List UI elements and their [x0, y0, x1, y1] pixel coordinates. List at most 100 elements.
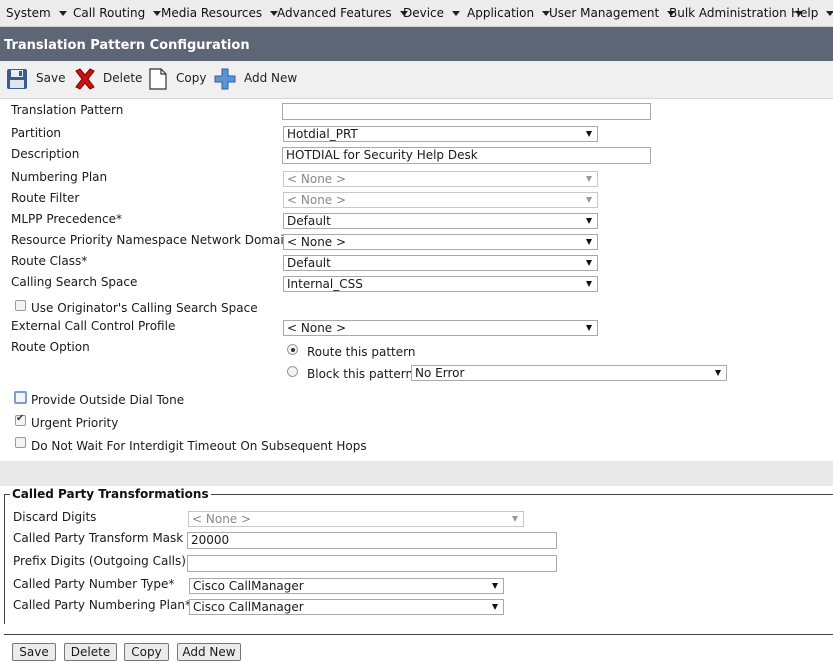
dropdown-arrow-icon [715, 370, 721, 376]
dropdown-arrow-icon [586, 218, 592, 224]
route-class-select[interactable]: Default [283, 255, 598, 271]
menu-call-routing[interactable]: Call Routing [73, 6, 162, 20]
menu-label: Help [791, 6, 819, 20]
route-filter-select: < None > [283, 192, 598, 208]
menu-label: Bulk Administration [669, 6, 787, 20]
urgent-priority-checkbox[interactable] [15, 413, 26, 426]
external-call-control-value: < None > [287, 321, 347, 335]
urgent-priority-label: Urgent Priority [31, 416, 119, 430]
use-originator-css-checkbox[interactable] [15, 300, 26, 311]
numbering-plan-cp-select[interactable]: Cisco CallManager [189, 599, 504, 615]
provide-outside-dial-tone-label: Provide Outside Dial Tone [31, 393, 185, 407]
delete-icon[interactable] [73, 67, 97, 91]
resource-priority-label: Resource Priority Namespace Network Doma… [11, 233, 292, 247]
route-this-pattern-radio[interactable] [287, 344, 298, 355]
dropdown-arrow-icon [586, 281, 592, 287]
calling-search-space-select[interactable]: Internal_CSS [283, 276, 598, 292]
mlpp-precedence-label: MLPP Precedence* [11, 212, 122, 226]
calling-search-space-value: Internal_CSS [287, 277, 363, 291]
bottom-copy-button[interactable]: Copy [124, 643, 169, 661]
menu-media-resources[interactable]: Media Resources [161, 6, 279, 20]
numbering-plan-select: < None > [283, 171, 598, 187]
external-call-control-select[interactable]: < None > [283, 320, 598, 336]
bottom-save-button[interactable]: Save [12, 643, 56, 661]
copy-button[interactable]: Copy [176, 71, 206, 85]
mlpp-precedence-select[interactable]: Default [283, 213, 598, 229]
mlpp-label-text: MLPP Precedence [11, 212, 116, 226]
mlpp-value: Default [287, 214, 331, 228]
discard-digits-label: Discard Digits [13, 510, 97, 524]
transform-mask-label: Called Party Transform Mask [13, 531, 184, 545]
block-reason-value: No Error [415, 366, 465, 380]
resource-priority-select[interactable]: < None > [283, 234, 598, 250]
menu-device[interactable]: Device [403, 6, 461, 20]
description-input[interactable]: HOTDIAL for Security Help Desk [282, 147, 651, 164]
block-this-pattern-label: Block this pattern [307, 367, 414, 381]
numbering-plan-cp-label-text: Called Party Numbering Plan [13, 598, 185, 612]
menu-user-management[interactable]: User Management [549, 6, 676, 20]
required-marker: * [168, 577, 175, 591]
partition-label: Partition [11, 126, 62, 140]
dropdown-arrow-icon [586, 131, 592, 137]
title-bar: Translation Pattern Configuration [0, 27, 833, 61]
numbering-plan-label: Numbering Plan [11, 170, 108, 184]
dropdown-arrow-icon [586, 325, 592, 331]
dropdown-arrow-icon [586, 197, 592, 203]
calling-search-space-label: Calling Search Space [11, 275, 138, 289]
number-type-select[interactable]: Cisco CallManager [189, 578, 504, 594]
menu-label: Advanced Features [277, 6, 392, 20]
prefix-digits-input[interactable] [187, 555, 557, 572]
route-this-pattern-label: Route this pattern [307, 345, 416, 359]
route-class-label: Route Class* [11, 254, 87, 268]
menu-label: Device [403, 6, 445, 20]
dropdown-arrow-icon [492, 583, 498, 589]
resource-priority-value: < None > [287, 235, 347, 249]
menu-label: Application [467, 6, 535, 20]
save-icon[interactable] [6, 68, 28, 90]
dropdown-arrow-icon [586, 176, 592, 182]
add-new-button[interactable]: Add New [244, 71, 297, 85]
menu-help[interactable]: Help [791, 6, 833, 20]
do-not-wait-label: Do Not Wait For Interdigit Timeout On Su… [31, 439, 367, 453]
bottom-divider [4, 634, 833, 635]
route-class-label-text: Route Class [11, 254, 82, 268]
menu-label: User Management [549, 6, 660, 20]
add-icon[interactable] [214, 68, 236, 90]
chevron-down-icon [58, 11, 67, 16]
dropdown-arrow-icon [512, 516, 518, 522]
page-title: Translation Pattern Configuration [4, 38, 250, 53]
provide-outside-dial-tone-checkbox[interactable] [14, 391, 27, 404]
menu-system[interactable]: System [6, 6, 67, 20]
external-call-control-label: External Call Control Profile [11, 319, 176, 333]
menu-advanced-features[interactable]: Advanced Features [277, 6, 408, 20]
dropdown-arrow-icon [586, 260, 592, 266]
number-type-label: Called Party Number Type* [13, 577, 174, 591]
delete-button[interactable]: Delete [103, 71, 142, 85]
numbering-plan-cp-label: Called Party Numbering Plan* [13, 598, 191, 612]
do-not-wait-checkbox[interactable] [15, 437, 26, 448]
prefix-digits-label: Prefix Digits (Outgoing Calls) [13, 554, 186, 568]
block-reason-select[interactable]: No Error [411, 365, 727, 381]
bottom-add-new-button[interactable]: Add New [177, 643, 241, 661]
translation-pattern-label: Translation Pattern [11, 103, 124, 117]
transform-mask-input[interactable]: 20000 [187, 532, 557, 549]
use-originator-css-label: Use Originator's Calling Search Space [31, 301, 258, 315]
called-party-legend: Called Party Transformations [10, 487, 211, 501]
required-marker: * [81, 254, 88, 268]
menu-application[interactable]: Application [467, 6, 551, 20]
route-class-value: Default [287, 256, 331, 270]
dropdown-arrow-icon [586, 239, 592, 245]
menu-label: Media Resources [161, 6, 263, 20]
menu-bulk-administration[interactable]: Bulk Administration [669, 6, 803, 20]
chevron-down-icon [452, 11, 461, 16]
number-type-label-text: Called Party Number Type [13, 577, 169, 591]
save-button[interactable]: Save [36, 71, 65, 85]
translation-pattern-input[interactable] [282, 103, 651, 120]
top-menu-bar: System Call Routing Media Resources Adva… [0, 0, 833, 27]
bottom-delete-button[interactable]: Delete [64, 643, 117, 661]
partition-select[interactable]: Hotdial_PRT [283, 126, 598, 142]
route-option-label: Route Option [11, 340, 90, 354]
partition-value: Hotdial_PRT [287, 127, 358, 141]
block-this-pattern-radio[interactable] [287, 366, 298, 377]
copy-icon[interactable] [148, 67, 168, 91]
